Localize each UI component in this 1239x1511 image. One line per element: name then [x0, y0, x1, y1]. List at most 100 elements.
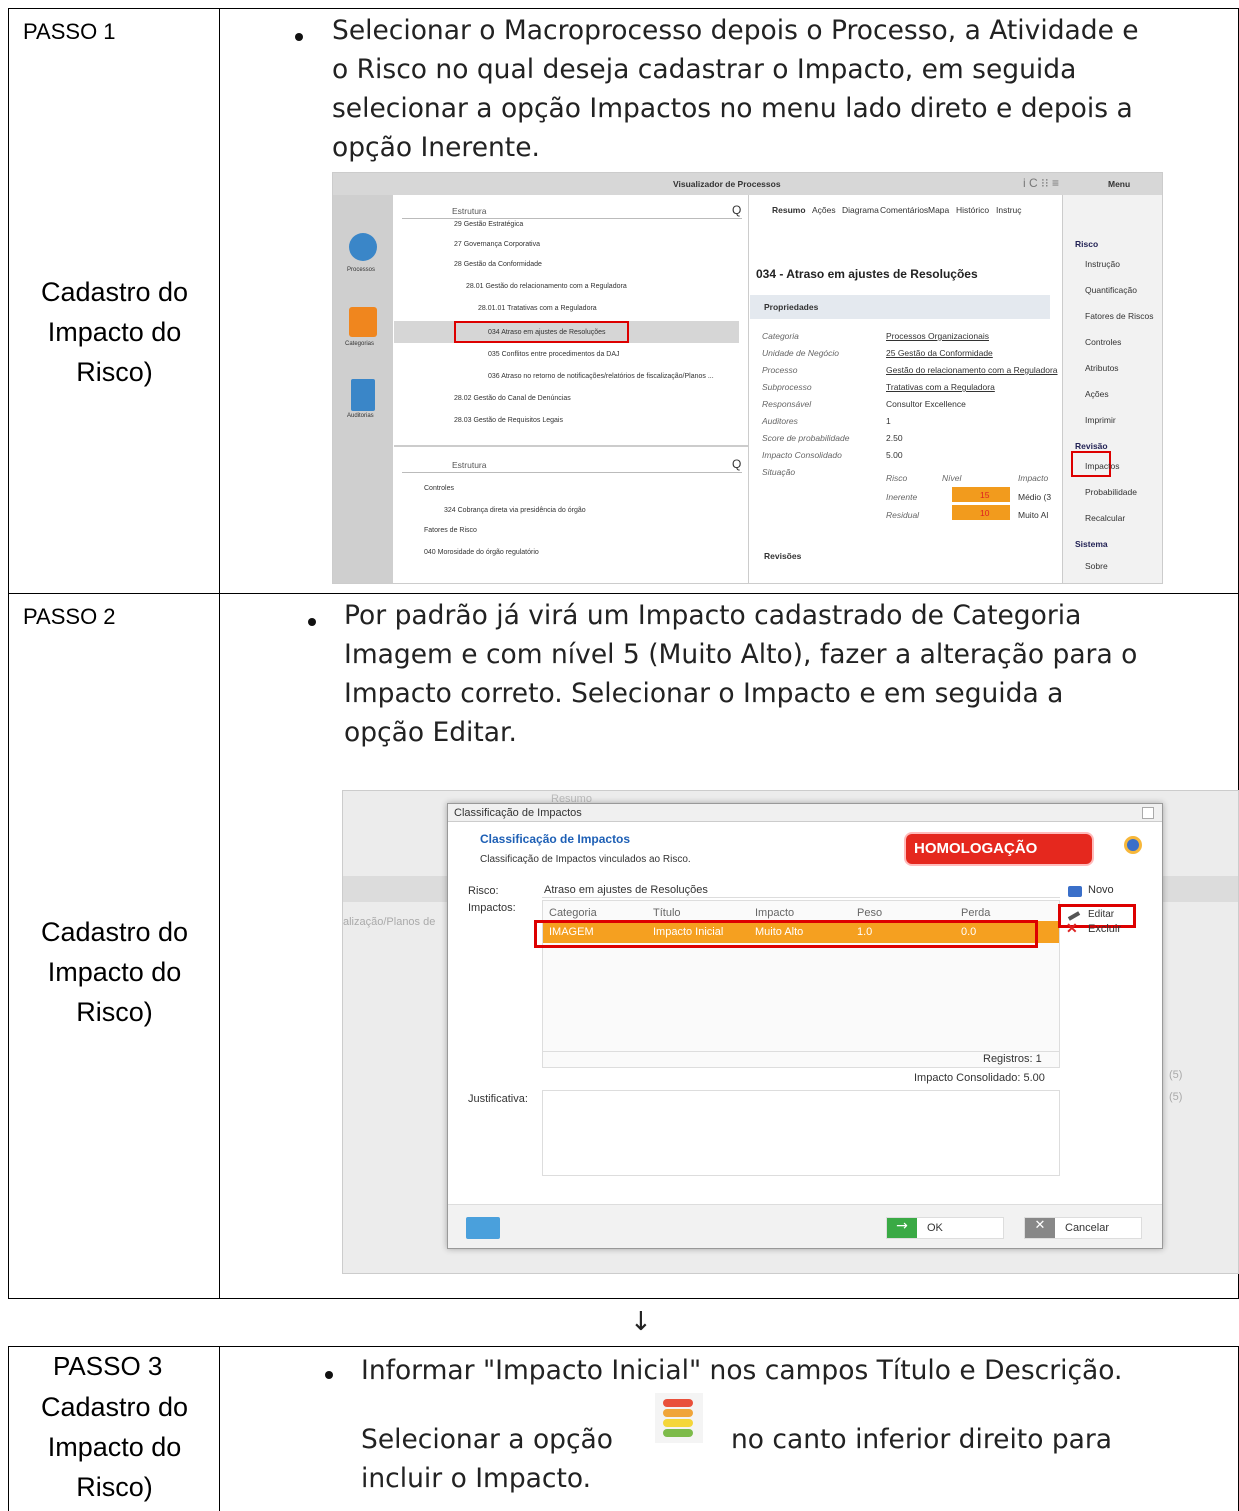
- tree-item[interactable]: 036 Atraso no retorno de notificações/re…: [488, 373, 714, 380]
- category-icon[interactable]: [349, 307, 377, 337]
- menu-item[interactable]: Ações: [1085, 389, 1109, 399]
- nav-processos[interactable]: Processos: [347, 267, 375, 273]
- impactos-label: Impactos:: [468, 902, 516, 914]
- step3-label: PASSO 3: [53, 1351, 163, 1381]
- col-perda[interactable]: Perda: [961, 907, 990, 919]
- tree-item[interactable]: 29 Gestão Estratégica: [454, 221, 523, 228]
- step2-line3: Impacto correto. Selecionar o Impacto e …: [344, 678, 1064, 709]
- viewer-icons: i C ⁝⁝ ≡: [1023, 176, 1059, 190]
- tree-item-selected[interactable]: 034 Atraso em ajustes de Resoluções: [488, 329, 606, 336]
- col-categoria[interactable]: Categoria: [549, 907, 597, 919]
- tab-mapa[interactable]: Mapa: [928, 205, 949, 215]
- consolidated-impact: Impacto Consolidado: 5.00: [914, 1072, 1045, 1084]
- dialog-title: Classificação de Impactos: [454, 807, 582, 819]
- audit-icon[interactable]: [351, 379, 375, 411]
- new-icon[interactable]: [1068, 886, 1082, 897]
- step3-line2a: Selecionar a opção: [361, 1424, 614, 1455]
- minimize-icon[interactable]: [1142, 807, 1154, 819]
- bg-text: alização/Planos de: [343, 916, 436, 928]
- prop-value[interactable]: Processos Organizacionais: [886, 331, 989, 341]
- menu-item[interactable]: Quantificação: [1085, 285, 1137, 295]
- tree2-item[interactable]: Controles: [424, 485, 454, 492]
- step1-line4: opção Inerente.: [332, 132, 540, 163]
- tree-item[interactable]: 27 Governança Corporativa: [454, 241, 540, 248]
- tab-historico[interactable]: Histórico: [956, 205, 989, 215]
- menu-item[interactable]: Imprimir: [1085, 415, 1116, 425]
- sit-head: Nível: [942, 473, 962, 483]
- justificativa-field[interactable]: [542, 1090, 1060, 1176]
- tree2-item[interactable]: Fatores de Risco: [424, 527, 477, 534]
- col-impacto[interactable]: Impacto: [755, 907, 794, 919]
- step1-category: Cadastro do Impacto do Risco): [40, 277, 189, 387]
- tree2-item[interactable]: 040 Morosidade do órgão regulatório: [424, 549, 539, 556]
- bullet: [325, 1371, 333, 1379]
- novo-button[interactable]: Novo: [1088, 884, 1114, 896]
- menu-item[interactable]: Recalcular: [1085, 513, 1125, 523]
- tree-item[interactable]: 28.01 Gestão do relacionamento com a Reg…: [466, 283, 627, 290]
- step1-row: PASSO 1 Cadastro do Impacto do Risco) Sele…: [8, 8, 1239, 594]
- menu-item-impactos[interactable]: Impactos: [1085, 461, 1120, 471]
- tab-acoes[interactable]: Ações: [812, 205, 836, 215]
- tree-search[interactable]: Estrutura Q: [402, 203, 742, 219]
- dialog-titlebar: Classificação de Impactos: [448, 804, 1162, 822]
- prop-label: Subprocesso: [762, 382, 812, 392]
- revisions-title: Revisões: [764, 551, 802, 561]
- col-peso[interactable]: Peso: [857, 907, 882, 919]
- search-icon[interactable]: Q: [732, 203, 741, 217]
- help-icon[interactable]: [466, 1217, 500, 1239]
- traffic-light-icon[interactable]: [655, 1393, 703, 1443]
- nav-auditorias[interactable]: Auditorias: [347, 413, 374, 419]
- justificativa-label: Justificativa:: [468, 1093, 528, 1105]
- prop-label: Categoria: [762, 331, 799, 341]
- menu-section: Sistema: [1075, 539, 1108, 549]
- sit-head: Risco: [886, 473, 908, 483]
- props-bar: Propriedades: [750, 295, 1050, 319]
- excluir-button[interactable]: Excluir: [1088, 923, 1121, 935]
- tree-item[interactable]: 28.02 Gestão do Canal de Denúncias: [454, 395, 571, 402]
- step3-line3: incluir o Impacto.: [361, 1463, 592, 1494]
- prop-value[interactable]: Tratativas com a Reguladora: [886, 382, 995, 392]
- delete-icon[interactable]: ✕: [1066, 920, 1078, 937]
- tab-resumo[interactable]: Resumo: [772, 205, 806, 215]
- filter-text: Estrutura: [452, 206, 487, 216]
- step2-row: PASSO 2 Cadastro do Impacto do Risco) Por …: [8, 593, 1239, 1299]
- menu-item[interactable]: Fatores de Riscos: [1085, 311, 1154, 321]
- risco-label: Risco:: [468, 885, 499, 897]
- menu-item[interactable]: Probabilidade: [1085, 487, 1137, 497]
- tab-diagrama[interactable]: Diagrama: [842, 205, 879, 215]
- prop-label: Auditores: [762, 416, 798, 426]
- prop-value[interactable]: Gestão do relacionamento com a Regulador…: [886, 365, 1058, 375]
- props-title: Propriedades: [764, 302, 819, 312]
- ok-button[interactable]: → OK: [886, 1217, 1004, 1239]
- cancel-button[interactable]: ✕ Cancelar: [1024, 1217, 1142, 1239]
- menu-item[interactable]: Atributos: [1085, 363, 1119, 373]
- tree-item[interactable]: 28 Gestão da Conformidade: [454, 261, 542, 268]
- sit-head: Impacto: [1018, 473, 1049, 483]
- tree-item[interactable]: 28.01.01 Tratativas com a Reguladora: [478, 305, 597, 312]
- prop-value: 5.00: [886, 450, 903, 460]
- tab-comentarios[interactable]: Comentários: [880, 205, 928, 215]
- step1-label: PASSO 1: [23, 19, 116, 44]
- menu-item[interactable]: Instrução: [1085, 259, 1120, 269]
- menu-item[interactable]: Controles: [1085, 337, 1121, 347]
- tree-item[interactable]: 035 Conflitos entre procedimentos da DAJ: [488, 351, 620, 358]
- process-icon[interactable]: [349, 233, 377, 261]
- step2-label: PASSO 2: [23, 604, 116, 629]
- prop-value[interactable]: 25 Gestão da Conformidade: [886, 348, 993, 358]
- risco-field[interactable]: Atraso em ajustes de Resoluções: [542, 882, 1060, 898]
- viewer-title: Visualizador de Processos: [673, 179, 781, 189]
- tree-item[interactable]: 28.03 Gestão de Requisitos Legais: [454, 417, 563, 424]
- search-icon[interactable]: Q: [732, 457, 741, 471]
- prop-value: 1: [886, 416, 891, 426]
- tree2-search[interactable]: Estrutura Q: [402, 457, 742, 473]
- impact-dialog: Classificação de Impactos Classificação …: [447, 803, 1163, 1249]
- detail-panel: Resumo Ações Diagrama Comentários Mapa H…: [750, 195, 1062, 583]
- menu-item[interactable]: Sobre: [1085, 561, 1108, 571]
- tab-instrucao[interactable]: Instruç: [996, 205, 1022, 215]
- col-titulo[interactable]: Título: [653, 907, 681, 919]
- bug-icon: [1124, 836, 1142, 854]
- editar-button[interactable]: Editar: [1088, 909, 1114, 920]
- nav-categorias[interactable]: Categorias: [345, 341, 374, 347]
- step3-category: Cadastro do Impacto do Risco): [40, 1392, 189, 1502]
- tree2-item[interactable]: 324 Cobrança direta via presidência do ó…: [444, 507, 586, 514]
